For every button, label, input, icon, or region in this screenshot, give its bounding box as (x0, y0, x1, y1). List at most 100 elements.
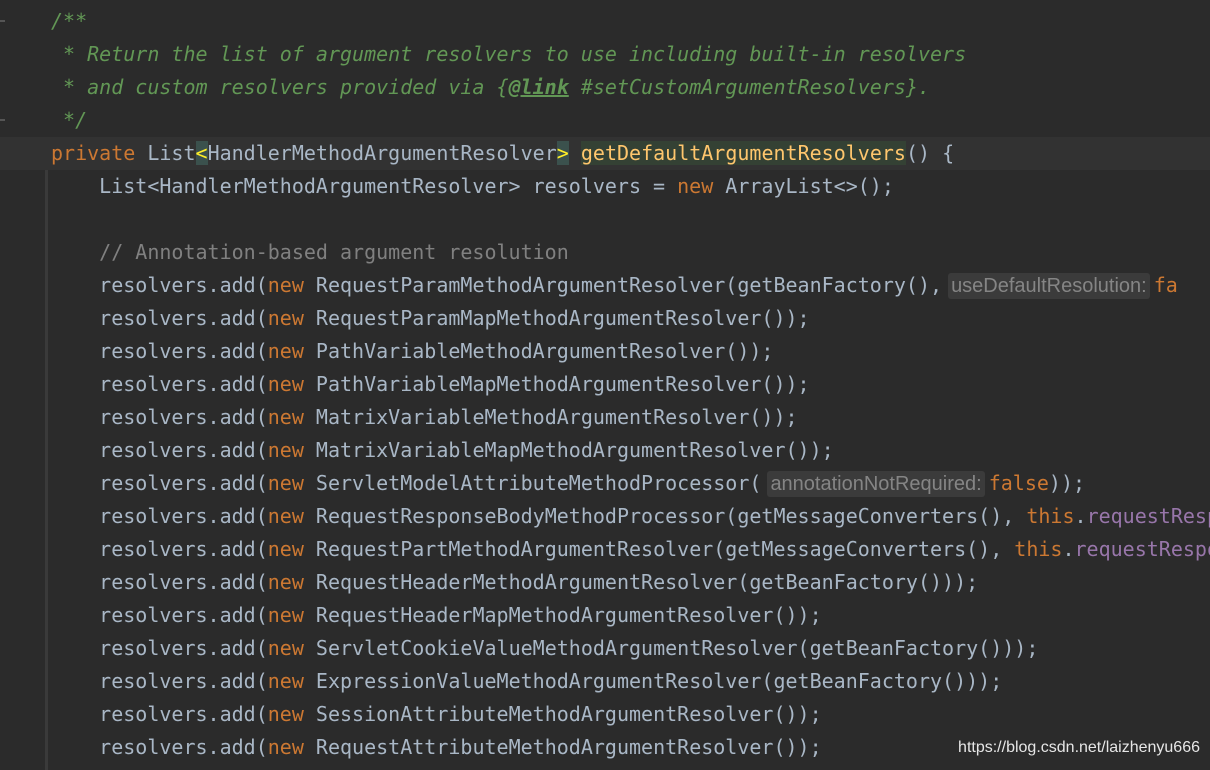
code-text: PathVariableMethodArgumentResolver()); (303, 339, 774, 363)
keyword: new (267, 438, 304, 462)
code-text: ServletModelAttributeMethodProcessor( (303, 471, 762, 495)
keyword: new (267, 306, 304, 330)
code-text: List<HandlerMethodArgumentResolver> reso… (51, 174, 678, 198)
code-text: ArrayList<>(); (713, 174, 894, 198)
code-text: resolvers.add( (51, 339, 268, 363)
indent-guide (45, 170, 48, 770)
code-text: ServletCookieValueMethodArgumentResolver… (303, 636, 1039, 660)
code-text: MatrixVariableMapMethodArgumentResolver(… (303, 438, 834, 462)
javadoc-line: * and custom resolvers provided via { (51, 75, 509, 99)
keyword: new (677, 174, 714, 198)
code-text: RequestResponseBodyMethodProcessor(getMe… (303, 504, 1027, 528)
code-text: () { (905, 141, 955, 165)
field-name: requestResp (1086, 504, 1210, 528)
matched-bracket: < (195, 141, 208, 165)
javadoc-close: */ (51, 108, 88, 132)
code-line: resolvers.add(new SessionAttributeMethod… (51, 698, 1210, 731)
keyword: this (1014, 537, 1063, 561)
keyword: new (267, 339, 304, 363)
code-line: resolvers.add(new PathVariableMapMethodA… (51, 368, 1210, 401)
code-line: // Annotation-based argument resolution (51, 236, 1210, 269)
code-text: RequestPartMethodArgumentResolver(getMes… (303, 537, 1015, 561)
keyword: fa (1153, 273, 1178, 297)
watermark: https://blog.csdn.net/laizhenyu666 (958, 739, 1200, 756)
code-text: resolvers.add( (51, 306, 268, 330)
code-line: * and custom resolvers provided via {@li… (51, 71, 1210, 104)
javadoc-line: * Return the list of argument resolvers … (51, 42, 967, 66)
code-line: resolvers.add(new RequestHeaderMethodArg… (51, 566, 1210, 599)
code-text: resolvers.add( (51, 273, 268, 297)
code-line: resolvers.add(new MatrixVariableMethodAr… (51, 401, 1210, 434)
javadoc-line: #setCustomArgumentResolvers}. (568, 75, 931, 99)
keyword: new (267, 504, 304, 528)
keyword: private (51, 141, 136, 165)
code-line: * Return the list of argument resolvers … (51, 38, 1210, 71)
keyword: new (267, 669, 304, 693)
keyword: new (267, 603, 304, 627)
code-text: resolvers.add( (51, 702, 268, 726)
code-line: resolvers.add(new RequestPartMethodArgum… (51, 533, 1210, 566)
code-text: RequestAttributeMethodArgumentResolver()… (303, 735, 822, 759)
code-line: List<HandlerMethodArgumentResolver> reso… (51, 170, 1210, 203)
code-line: resolvers.add(new RequestResponseBodyMet… (51, 500, 1210, 533)
code-text: RequestParamMethodArgumentResolver(getBe… (303, 273, 943, 297)
matched-bracket: > (556, 141, 569, 165)
keyword: new (267, 537, 304, 561)
resolver-add-block: resolvers.add(new RequestParamMethodArgu… (51, 269, 1210, 764)
code-line: resolvers.add(new RequestParamMapMethodA… (51, 302, 1210, 335)
code-line: resolvers.add(new RequestParamMethodArgu… (51, 269, 1210, 302)
editor-gutter (0, 0, 40, 767)
code-text: )); (1048, 471, 1086, 495)
code-text: resolvers.add( (51, 372, 268, 396)
code-line: resolvers.add(new MatrixVariableMapMetho… (51, 434, 1210, 467)
code-line: resolvers.add(new RequestHeaderMapMethod… (51, 599, 1210, 632)
code-editor[interactable]: /** * Return the list of argument resolv… (0, 5, 1210, 764)
code-text: resolvers.add( (51, 405, 268, 429)
code-text: SessionAttributeMethodArgumentResolver()… (303, 702, 822, 726)
code-text: resolvers.add( (51, 669, 268, 693)
code-text: resolvers.add( (51, 471, 268, 495)
method-name: getDefaultArgumentResolvers (580, 141, 906, 165)
dot: . (1074, 504, 1087, 528)
parameter-hint: annotationNotRequired: (767, 471, 985, 497)
code-text: resolvers.add( (51, 570, 268, 594)
current-line: private List<HandlerMethodArgumentResolv… (0, 137, 1210, 170)
code-text: resolvers.add( (51, 603, 268, 627)
dot: . (1062, 537, 1075, 561)
code-text: resolvers.add( (51, 504, 268, 528)
javadoc-open: /** (51, 9, 88, 33)
javadoc-link-tag[interactable]: @link (509, 75, 569, 99)
code-text: resolvers.add( (51, 537, 268, 561)
keyword: new (267, 471, 304, 495)
fold-marker[interactable] (0, 119, 5, 121)
keyword: new (267, 636, 304, 660)
code-text: RequestHeaderMethodArgumentResolver(getB… (303, 570, 979, 594)
code-text: resolvers.add( (51, 438, 268, 462)
code-line: /** (51, 5, 1210, 38)
fold-marker[interactable] (0, 20, 5, 22)
field-name: requestRespo (1074, 537, 1210, 561)
code-text: resolvers.add( (51, 735, 268, 759)
code-text: RequestParamMapMethodArgumentResolver())… (303, 306, 810, 330)
keyword: new (267, 405, 304, 429)
keyword: new (267, 570, 304, 594)
code-text: ExpressionValueMethodArgumentResolver(ge… (303, 669, 1003, 693)
code-line: */ (51, 104, 1210, 137)
keyword: false (988, 471, 1049, 495)
code-text: PathVariableMapMethodArgumentResolver())… (303, 372, 810, 396)
code-line: resolvers.add(new PathVariableMethodArgu… (51, 335, 1210, 368)
keyword: new (267, 735, 304, 759)
code-line: resolvers.add(new ServletModelAttributeM… (51, 467, 1210, 500)
code-text: resolvers.add( (51, 636, 268, 660)
keyword: new (267, 273, 304, 297)
keyword: new (267, 702, 304, 726)
line-comment: // Annotation-based argument resolution (51, 240, 569, 264)
code-text: MatrixVariableMethodArgumentResolver()); (303, 405, 798, 429)
code-line: resolvers.add(new ServletCookieValueMeth… (51, 632, 1210, 665)
keyword: new (267, 372, 304, 396)
type-name: List (135, 141, 196, 165)
code-line: resolvers.add(new ExpressionValueMethodA… (51, 665, 1210, 698)
parameter-hint: useDefaultResolution: (948, 273, 1150, 299)
type-name: HandlerMethodArgumentResolver (207, 141, 557, 165)
